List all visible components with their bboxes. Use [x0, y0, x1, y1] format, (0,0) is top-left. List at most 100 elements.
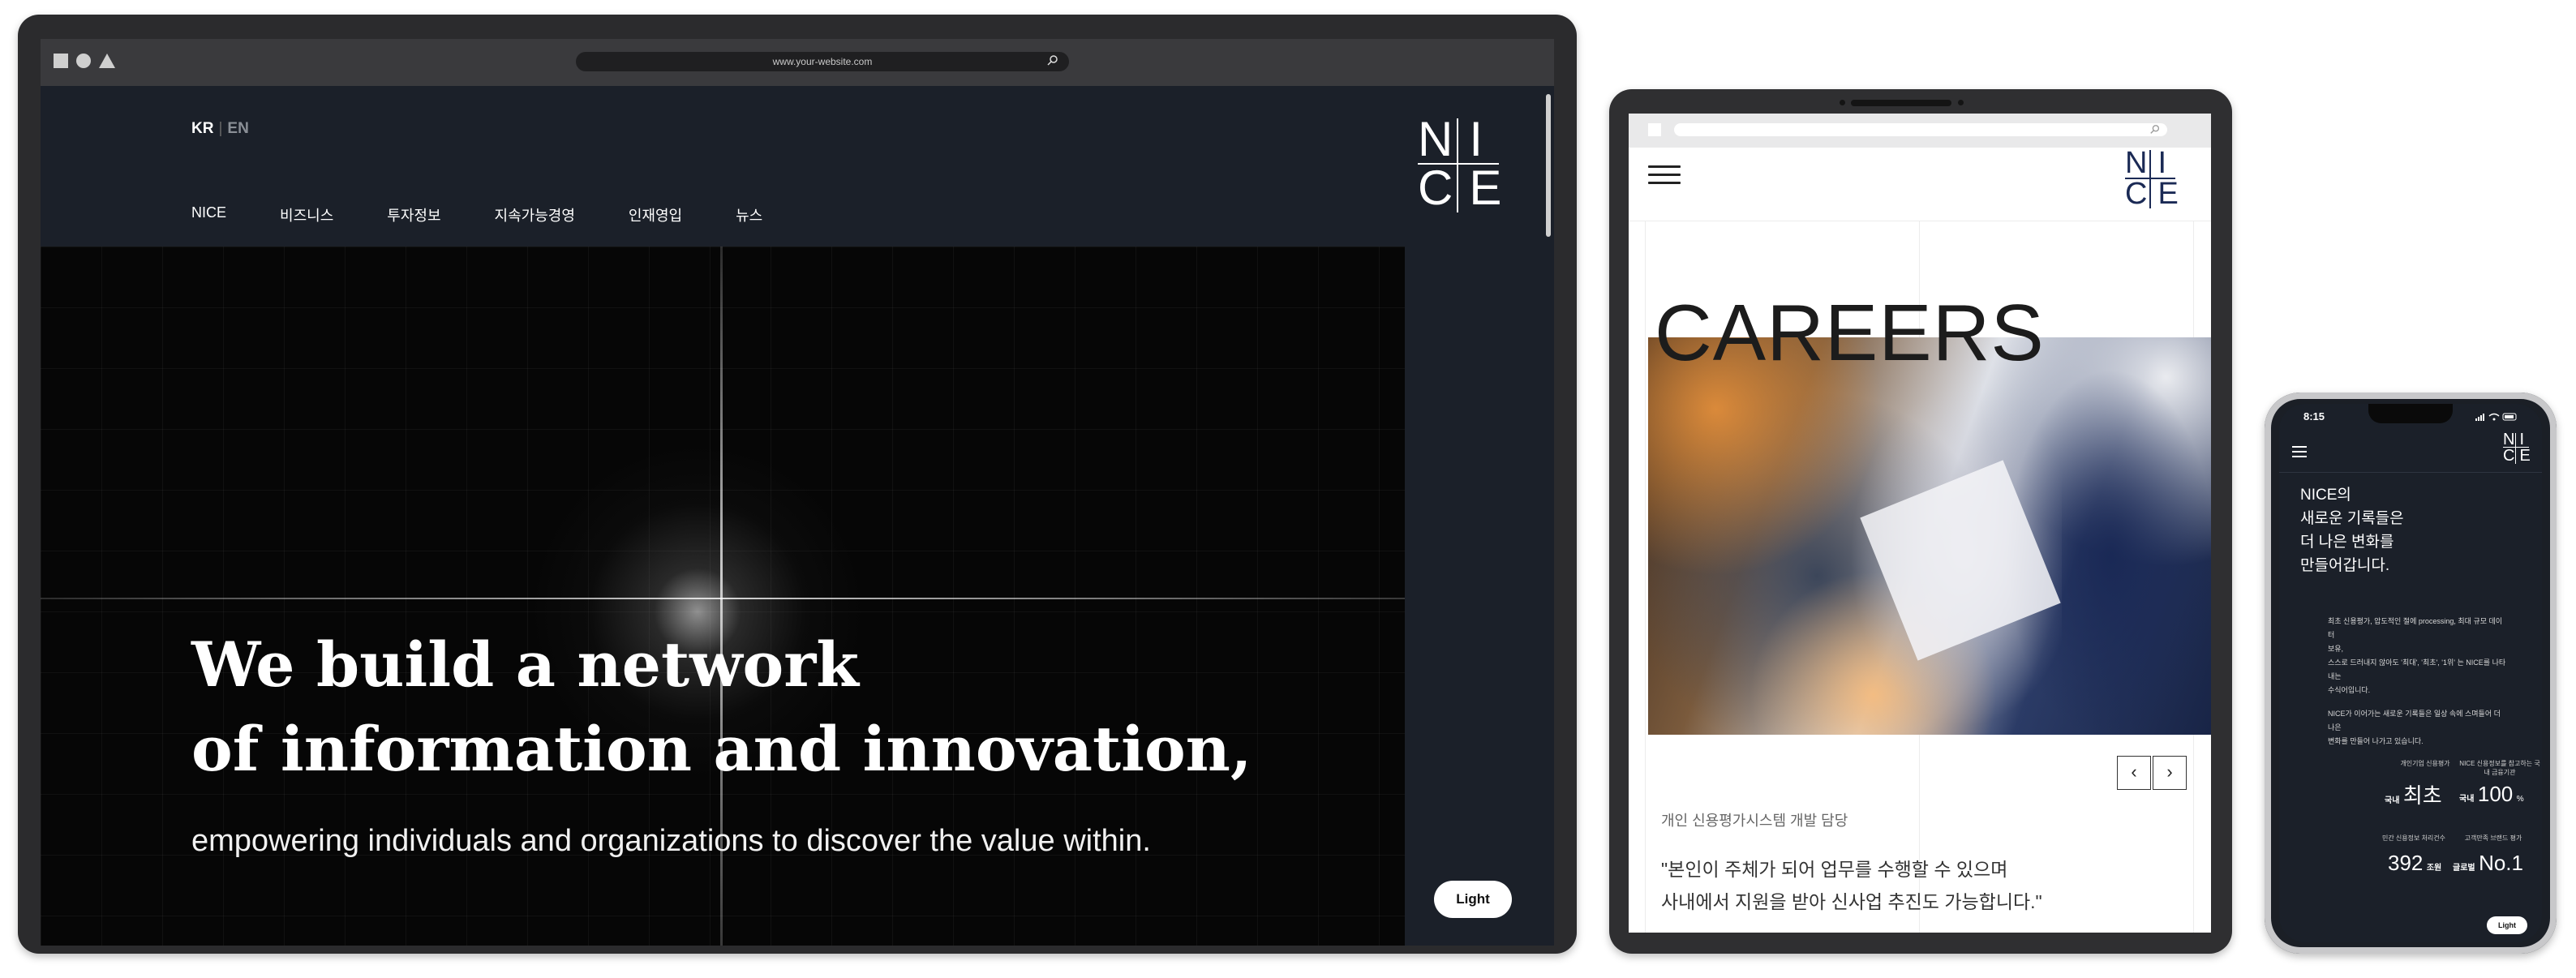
hero-light-beam-horizontal: [41, 598, 1405, 599]
headline-line: 만들어갑니다.: [2300, 557, 2390, 574]
hamburger-menu-icon[interactable]: [2292, 446, 2307, 457]
stat-suffix: 조원: [2426, 864, 2442, 873]
tablet-speaker: [1851, 100, 1951, 106]
headline-line: NICE의: [2300, 487, 2351, 504]
logo-cross-vertical: [1457, 118, 1458, 212]
stat-value: No.1: [2479, 851, 2523, 875]
stat-block: 개인기업 신용평가 국내 최초: [2385, 759, 2466, 809]
hero-headline-line1: We build a network: [191, 628, 859, 701]
logo-cross-horizontal: [2503, 447, 2529, 448]
square-window-icon[interactable]: [54, 54, 68, 68]
logo-cross-vertical: [2149, 150, 2151, 208]
stat-value: 392: [2388, 851, 2424, 875]
stat-label: 고객만족 브랜드 평가: [2464, 834, 2522, 842]
phone-headline: NICE의 새로운 기록들은 더 나은 변화를 만들어갑니다.: [2300, 483, 2404, 577]
lang-separator: |: [218, 120, 223, 137]
logo-top-text: NI: [2125, 146, 2177, 180]
signal-wifi-battery-icon: [2475, 413, 2517, 421]
nav-item-sustainability[interactable]: 지속가능경영: [495, 204, 575, 225]
para-line: 보유,: [2328, 645, 2344, 653]
nav-item-business[interactable]: 비즈니스: [280, 204, 333, 225]
employee-role: 개인 신용평가시스템 개발 담당: [1661, 813, 1848, 829]
stat-prefix: 글로벌: [2453, 864, 2475, 873]
headline-line: 더 나은 변화를: [2300, 534, 2394, 551]
stat-block: 민간 신용정보 처리건수 392 조원: [2373, 834, 2454, 876]
stat-label: 민간 신용정보 처리건수: [2381, 834, 2446, 842]
lang-kr-link[interactable]: KR: [191, 120, 213, 137]
hero-subtitle: empowering individuals and organizations…: [191, 824, 1151, 858]
carousel-prev-button[interactable]: ‹: [2117, 756, 2151, 790]
laptop-screen: KR | EN NICE 비즈니스 투자정보 지속가능경영 인재영입 뉴스 NI C…: [41, 86, 1554, 946]
main-nav: NICE 비즈니스 투자정보 지속가능경영 인재영입 뉴스: [191, 204, 816, 225]
logo-top-text: NI: [1418, 112, 1499, 166]
logo-top-text: NI: [2503, 431, 2529, 448]
nav-item-news[interactable]: 뉴스: [736, 204, 762, 225]
lang-en-link[interactable]: EN: [227, 120, 248, 137]
tablet-address-bar[interactable]: [1674, 123, 2167, 136]
employee-quote: "본인이 주체가 되어 업무를 수행할 수 있으며 사내에서 지원을 받아 신사…: [1661, 853, 2042, 918]
stat-value: 최초: [2402, 783, 2442, 808]
careers-photo: [1648, 337, 2211, 735]
carousel-next-button[interactable]: ›: [2153, 756, 2187, 790]
para-line: 최초 신용평가, 압도적인 절에 processing, 최대 규모 데이터: [2328, 617, 2503, 639]
phone-intro-text: 최초 신용평가, 압도적인 절에 processing, 최대 규모 데이터 보…: [2328, 615, 2506, 749]
phone-device-frame: 8:15 NI CE NICE의 새로운 기록들은 더 나은 변화를 만들어갑니…: [2265, 392, 2557, 954]
hero-headline-line2: of information and innovation,: [191, 713, 1252, 785]
site-header: KR | EN NICE 비즈니스 투자정보 지속가능경영 인재영입 뉴스 NI C…: [41, 86, 1554, 247]
browser-toolbar: www.your-website.com: [41, 39, 1554, 86]
tablet-tab-icon[interactable]: [1648, 123, 1661, 136]
stat-block: 고객만족 브랜드 평가 글로벌 No.1: [2453, 834, 2534, 876]
nav-item-nice[interactable]: NICE: [191, 204, 226, 225]
scrollbar-thumb[interactable]: [1546, 94, 1551, 237]
nice-logo[interactable]: NI CE: [2503, 431, 2531, 464]
stat-label: NICE 신용정보를 참고하는 국내 금융기관: [2459, 760, 2540, 776]
stat-label: 개인기업 신용평가: [2400, 760, 2450, 767]
tablet-camera-right: [1958, 100, 1964, 105]
nav-item-careers[interactable]: 인재영입: [629, 204, 682, 225]
address-bar[interactable]: www.your-website.com: [576, 52, 1069, 71]
logo-cross-vertical: [2515, 433, 2516, 464]
status-time: 8:15: [2303, 410, 2325, 423]
headline-line: 새로운 기록들은: [2300, 510, 2404, 527]
quote-line1: "본인이 주체가 되어 업무를 수행할 수 있으며: [1661, 859, 2008, 880]
tablet-camera-left: [1840, 100, 1845, 105]
hero-section: We build a network of information and in…: [41, 247, 1405, 946]
nav-item-investor[interactable]: 투자정보: [387, 204, 440, 225]
logo-cross-horizontal: [2125, 178, 2175, 179]
logo-bottom-text: CE: [2503, 447, 2535, 465]
stat-block: NICE 신용정보를 참고하는 국내 금융기관 국내 100 %: [2459, 759, 2540, 807]
para-line: 변화를 만들어 나가고 있습니다.: [2328, 737, 2424, 745]
phone-header: NI CE: [2279, 428, 2542, 473]
nice-logo[interactable]: NI CE: [1418, 115, 1502, 212]
logo-bottom-text: CE: [1418, 161, 1518, 215]
careers-heading: CAREERS: [1655, 288, 2045, 377]
tablet-header: NI CE: [1629, 148, 2211, 221]
phone-screen: 8:15 NI CE NICE의 새로운 기록들은 더 나은 변화를 만들어갑니…: [2279, 404, 2542, 942]
hero-side-panel: [1405, 247, 1554, 946]
hero-headline: We build a network of information and in…: [191, 623, 1327, 791]
language-switch: KR | EN: [191, 120, 249, 138]
para-line: 수식어입니다.: [2328, 686, 2371, 694]
stat-suffix: %: [2516, 795, 2524, 804]
light-mode-button[interactable]: Light: [2487, 916, 2527, 934]
address-bar-url: www.your-website.com: [772, 56, 873, 67]
tablet-browser-bar: [1629, 114, 2211, 148]
circle-window-icon[interactable]: [76, 54, 91, 68]
stat-value: 100: [2477, 782, 2514, 806]
triangle-window-icon[interactable]: [99, 54, 115, 68]
logo-bottom-text: CE: [2125, 177, 2189, 211]
search-icon[interactable]: [1046, 54, 1059, 67]
laptop-device-frame: www.your-website.com KR | EN NICE 비즈니스 투자정…: [18, 15, 1577, 954]
status-icons: [2475, 412, 2519, 424]
stat-prefix: 국내: [2459, 795, 2475, 804]
light-mode-button[interactable]: Light: [1434, 881, 1512, 918]
search-icon[interactable]: [2149, 124, 2161, 135]
grid-line: [1645, 221, 1646, 933]
nice-logo[interactable]: NI CE: [2125, 146, 2179, 209]
logo-cross-horizontal: [1418, 163, 1499, 165]
hamburger-menu-icon[interactable]: [1648, 165, 1681, 190]
quote-line2: 사내에서 지원을 받아 신사업 추진도 가능합니다.": [1661, 891, 2042, 912]
tablet-screen: NI CE CAREERS ‹ › 개인 신용평가시스템 개발 담당 "본인이 …: [1629, 114, 2211, 933]
stat-prefix: 국내: [2385, 796, 2400, 805]
para-line: NICE가 이어가는 새로운 기록들은 일상 속에 스며들어 더 나은: [2328, 710, 2501, 731]
